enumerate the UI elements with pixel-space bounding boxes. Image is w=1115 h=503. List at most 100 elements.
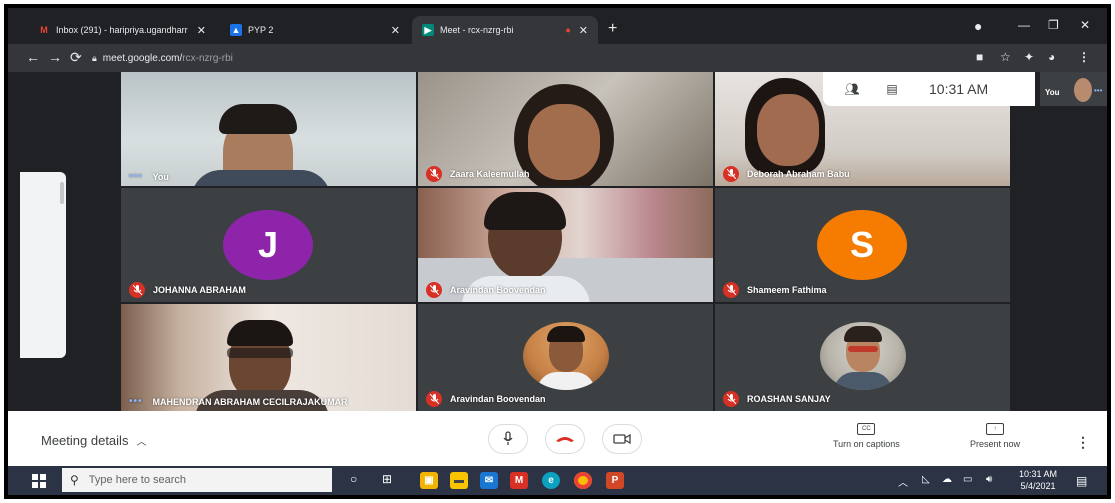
- participant-nameplate: ••• You: [129, 171, 169, 182]
- captions-button[interactable]: CC Turn on captions: [833, 423, 900, 449]
- participant-name: MAHENDRAN ABRAHAM CECILRAJAKUMAR: [152, 396, 348, 407]
- meeting-details-button[interactable]: Meeting details ︿: [41, 433, 146, 448]
- meeting-clock: 10:31 AM: [929, 81, 989, 97]
- participant-name: Shameem Fathima: [747, 285, 827, 295]
- url-domain: meet.google.com/: [102, 52, 183, 64]
- system-date: 5/4/2021: [1020, 481, 1056, 491]
- restore-icon[interactable]: ❐: [1048, 18, 1059, 32]
- participant-tile[interactable]: Aravindan Boovendan: [418, 188, 713, 302]
- participant-nameplate: ROASHAN SANJAY: [723, 391, 831, 407]
- search-icon: ⚲: [70, 473, 79, 487]
- self-video: [1074, 78, 1092, 102]
- participant-name: Deborah Abraham Babu: [747, 169, 850, 179]
- tab-gmail[interactable]: M Inbox (291) - haripriya.ugandharr ✕: [28, 16, 216, 44]
- chrome-menu-icon[interactable]: ⋮: [1078, 50, 1090, 64]
- bookmark-star-icon[interactable]: ☆: [1000, 50, 1011, 64]
- close-tab-icon[interactable]: ✕: [197, 24, 206, 37]
- mic-off-icon: [723, 166, 739, 182]
- notifications-icon[interactable]: ▤: [1076, 474, 1087, 488]
- forward-icon[interactable]: →: [48, 49, 62, 65]
- meet-icon: ▶: [422, 24, 434, 36]
- participant-nameplate: Deborah Abraham Babu: [723, 166, 850, 182]
- reload-icon[interactable]: ⟳: [70, 49, 82, 66]
- url-path: rcx-nzrg-rbi: [182, 52, 233, 64]
- present-button[interactable]: ↑ Present now: [970, 423, 1020, 449]
- participant-name: ROASHAN SANJAY: [747, 394, 831, 404]
- participant-avatar: S: [817, 210, 907, 280]
- participant-tile[interactable]: S Shameem Fathima: [715, 188, 1010, 302]
- close-window-icon[interactable]: ✕: [1080, 18, 1090, 32]
- more-options-icon[interactable]: ⋮: [1076, 434, 1090, 451]
- cortana-icon[interactable]: ○: [350, 472, 357, 486]
- participant-tile[interactable]: ••• You: [121, 72, 416, 186]
- store-icon[interactable]: ▣: [420, 472, 438, 489]
- close-tab-icon[interactable]: ✕: [391, 24, 400, 37]
- profile-icon[interactable]: ●: [974, 18, 982, 34]
- close-tab-icon[interactable]: ✕: [579, 24, 588, 37]
- participant-clothes: [191, 170, 331, 186]
- avatar-hair: [844, 326, 882, 342]
- onedrive-icon[interactable]: ☁: [942, 474, 952, 485]
- participant-name: You: [152, 171, 169, 182]
- network-icon[interactable]: ◺: [922, 474, 930, 485]
- taskbar-search-box[interactable]: ⚲ Type here to search: [62, 468, 332, 492]
- tab-title: PYP 2: [248, 25, 274, 35]
- new-tab-icon[interactable]: +: [608, 20, 617, 38]
- powerpoint-icon[interactable]: P: [606, 472, 624, 489]
- file-explorer-icon[interactable]: ▬: [450, 472, 468, 489]
- participant-video: [757, 94, 819, 166]
- edge-icon[interactable]: e: [542, 472, 560, 489]
- self-preview-tile[interactable]: You •••: [1040, 72, 1107, 106]
- participant-name: Zaara Kaleemullah: [450, 169, 530, 179]
- mic-off-icon: [426, 391, 442, 407]
- participant-tile[interactable]: Aravindan Boovendan: [418, 304, 713, 411]
- camera-indicator-icon[interactable]: ■: [976, 50, 983, 64]
- present-icon: ↑: [986, 423, 1005, 435]
- meet-stage: ••• You Zaara Kaleemullah Deborah Abraham…: [8, 72, 1107, 411]
- volume-icon[interactable]: 🔊︎: [986, 474, 992, 485]
- leave-call-button[interactable]: [545, 424, 585, 454]
- browser-tab-strip: M Inbox (291) - haripriya.ugandharr ✕ ▲ …: [8, 8, 1107, 44]
- app-icon: ▲: [230, 24, 242, 36]
- minimize-icon[interactable]: —: [1018, 18, 1030, 32]
- url-field[interactable]: 🔒︎ meet.google.com/rcx-nzrg-rbi: [92, 47, 972, 69]
- participant-hair: [227, 320, 293, 346]
- mic-off-icon: [723, 391, 739, 407]
- screen-frame: M Inbox (291) - haripriya.ugandharr ✕ ▲ …: [4, 4, 1111, 499]
- gmail-taskbar-icon[interactable]: M: [510, 472, 528, 489]
- microphone-button[interactable]: [488, 424, 528, 454]
- participant-hair: [219, 104, 297, 134]
- participant-hair: [484, 192, 566, 230]
- extensions-icon[interactable]: ✦: [1024, 50, 1034, 64]
- chevron-up-icon[interactable]: ︿: [898, 474, 908, 489]
- back-icon[interactable]: ←: [26, 49, 40, 65]
- participant-avatar: [820, 322, 906, 390]
- windows-start-icon[interactable]: [32, 474, 46, 488]
- participant-name: JOHANNA ABRAHAM: [153, 285, 246, 295]
- chat-icon[interactable]: ▤: [881, 82, 903, 96]
- profile-avatar-icon[interactable]: ◕: [1048, 50, 1055, 64]
- people-icon[interactable]: 👥︎: [841, 82, 863, 96]
- system-clock[interactable]: 10:31 AM 5/4/2021: [1019, 468, 1057, 492]
- gmail-icon: M: [40, 25, 48, 35]
- avatar-shirt: [834, 372, 892, 390]
- chrome-icon[interactable]: [574, 472, 592, 489]
- participant-tile[interactable]: ROASHAN SANJAY: [715, 304, 1010, 411]
- mail-icon[interactable]: ✉: [480, 472, 498, 489]
- panel-handle[interactable]: [60, 182, 64, 204]
- tab-meet[interactable]: ▶ Meet - rcx-nzrg-rbi ● ✕: [412, 16, 598, 44]
- tab-title: Meet - rcx-nzrg-rbi: [440, 25, 514, 35]
- participant-nameplate: Zaara Kaleemullah: [426, 166, 530, 182]
- participant-video: [528, 104, 600, 180]
- side-panel[interactable]: [20, 172, 66, 358]
- tab-pyp2[interactable]: ▲ PYP 2 ✕: [220, 16, 410, 44]
- participant-tile[interactable]: ••• MAHENDRAN ABRAHAM CECILRAJAKUMAR: [121, 304, 416, 411]
- participant-tile[interactable]: J JOHANNA ABRAHAM: [121, 188, 416, 302]
- task-view-icon[interactable]: ⊞: [382, 472, 392, 486]
- chevron-up-icon: ︿: [136, 437, 147, 448]
- participant-tile[interactable]: Zaara Kaleemullah: [418, 72, 713, 186]
- battery-icon[interactable]: ▭: [963, 474, 972, 485]
- camera-button[interactable]: [602, 424, 642, 454]
- tab-title: Inbox (291) - haripriya.ugandharr: [56, 25, 188, 35]
- captions-icon: CC: [857, 423, 876, 435]
